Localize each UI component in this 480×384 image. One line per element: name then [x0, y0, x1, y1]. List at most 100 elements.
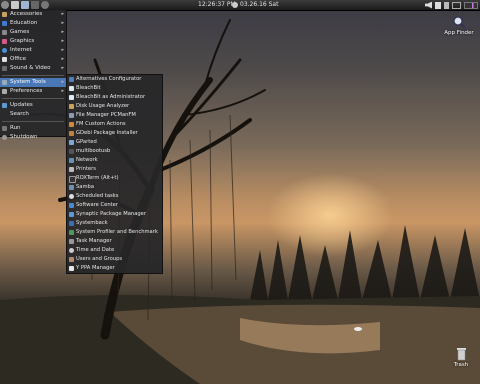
menu-item-label: Updates — [10, 102, 33, 108]
workspace-switcher-icon[interactable] — [452, 1, 461, 9]
submenu-item-label: Disk Usage Analyzer — [76, 103, 130, 109]
submenu-item-label: Network — [76, 157, 98, 163]
menu-item-games[interactable]: Games ▸ — [0, 28, 66, 37]
time-date-icon — [69, 248, 74, 253]
menu-launcher-icon[interactable] — [1, 1, 9, 9]
system-tools-submenu: Alternatives Configurator BleachBit Blea… — [66, 74, 163, 274]
submenu-item-system-profiler[interactable]: System Profiler and Benchmark — [67, 228, 162, 237]
terminal-icon[interactable] — [31, 1, 39, 9]
network-icon[interactable] — [435, 1, 441, 9]
panel-date[interactable]: 03.26.16 Sat — [240, 0, 278, 10]
bleachbit-admin-icon — [69, 95, 74, 100]
app-finder-shortcut[interactable]: App Finder — [443, 15, 475, 36]
chevron-right-icon: ▸ — [61, 88, 64, 94]
submenu-item-roxterm[interactable]: ROXTerm (Alt+t) — [67, 174, 162, 183]
menu-item-label: Education — [10, 20, 38, 26]
synaptic-icon — [69, 212, 74, 217]
trash-icon — [456, 348, 466, 361]
package-icon — [69, 131, 74, 136]
volume-icon[interactable] — [425, 1, 432, 9]
menu-item-label: Internet — [10, 47, 32, 53]
submenu-item-task-manager[interactable]: Task Manager — [67, 237, 162, 246]
bleachbit-icon — [69, 86, 74, 91]
trash-shortcut[interactable]: Trash — [448, 347, 474, 368]
submenu-item-label: Samba — [76, 184, 94, 190]
submenu-item-fm-custom-actions[interactable]: FM Custom Actions — [67, 120, 162, 129]
submenu-item-gparted[interactable]: GParted — [67, 138, 162, 147]
task-manager-icon — [69, 239, 74, 244]
samba-icon — [69, 185, 74, 190]
submenu-item-disk-usage-analyzer[interactable]: Disk Usage Analyzer — [67, 102, 162, 111]
gparted-icon — [69, 140, 74, 145]
submenu-item-label: multibootusb — [76, 148, 111, 154]
graphics-icon — [2, 39, 7, 44]
application-menu: Accessories ▸ Education ▸ Games ▸ Graphi… — [0, 10, 67, 140]
submenu-item-y-ppa-manager[interactable]: Y PPA Manager — [67, 264, 162, 273]
submenu-item-systemback[interactable]: Systemback — [67, 219, 162, 228]
menu-item-label: Shutdown — [10, 134, 38, 140]
panel-clock[interactable]: 12:26:37 PM — [198, 0, 236, 10]
panel-launchers — [1, 1, 49, 9]
submenu-item-file-manager[interactable]: File Manager PCManFM — [67, 111, 162, 120]
submenu-item-software-center[interactable]: Software Center — [67, 201, 162, 210]
chevron-right-icon: ▸ — [61, 79, 64, 85]
browser-icon[interactable] — [41, 1, 49, 9]
menu-item-search[interactable]: Search — [0, 110, 66, 119]
ppa-manager-icon — [69, 266, 74, 271]
submenu-item-bleachbit-admin[interactable]: BleachBit as Administrator — [67, 93, 162, 102]
disk-usage-icon — [69, 104, 74, 109]
text-editor-icon[interactable] — [21, 1, 29, 9]
menu-item-accessories[interactable]: Accessories ▸ — [0, 10, 66, 19]
system-tray — [425, 1, 478, 9]
submenu-item-users-and-groups[interactable]: Users and Groups — [67, 255, 162, 264]
submenu-item-label: Users and Groups — [76, 256, 123, 262]
menu-item-office[interactable]: Office ▸ — [0, 55, 66, 64]
users-icon — [69, 257, 74, 262]
submenu-item-multibootusb[interactable]: multibootusb — [67, 147, 162, 156]
chevron-right-icon: ▸ — [61, 47, 64, 53]
accessories-icon — [2, 12, 7, 17]
submenu-item-label: Printers — [76, 166, 96, 172]
file-manager-icon[interactable] — [11, 1, 19, 9]
submenu-item-printers[interactable]: Printers — [67, 165, 162, 174]
submenu-item-label: GDebi Package Installer — [76, 130, 138, 136]
printer-icon — [69, 167, 74, 172]
submenu-item-bleachbit[interactable]: BleachBit — [67, 84, 162, 93]
menu-item-internet[interactable]: Internet ▸ — [0, 46, 66, 55]
menu-separator — [2, 121, 64, 122]
submenu-item-scheduled-tasks[interactable]: Scheduled tasks — [67, 192, 162, 201]
menu-item-run[interactable]: Run — [0, 124, 66, 133]
education-icon — [2, 21, 7, 26]
menu-item-shutdown[interactable]: Shutdown — [0, 133, 66, 142]
submenu-item-label: System Profiler and Benchmark — [76, 229, 158, 235]
submenu-item-label: BleachBit as Administrator — [76, 94, 146, 100]
menu-item-label: Sound & Video — [10, 65, 51, 71]
software-center-icon — [69, 203, 74, 208]
menu-separator — [2, 98, 64, 99]
power-icon — [2, 135, 7, 140]
system-tools-icon — [2, 80, 7, 85]
chevron-right-icon: ▸ — [61, 56, 64, 62]
chevron-right-icon: ▸ — [61, 11, 64, 17]
submenu-item-samba[interactable]: Samba — [67, 183, 162, 192]
submenu-item-gdebi[interactable]: GDebi Package Installer — [67, 129, 162, 138]
menu-item-graphics[interactable]: Graphics ▸ — [0, 37, 66, 46]
top-panel: 12:26:37 PM 03.26.16 Sat — [0, 0, 480, 11]
office-icon — [2, 57, 7, 62]
submenu-item-time-and-date[interactable]: Time and Date — [67, 246, 162, 255]
submenu-item-network[interactable]: Network — [67, 156, 162, 165]
submenu-item-synaptic[interactable]: Synaptic Package Manager — [67, 210, 162, 219]
menu-item-label: Accessories — [10, 11, 43, 17]
menu-item-education[interactable]: Education ▸ — [0, 19, 66, 28]
menu-item-updates[interactable]: Updates — [0, 101, 66, 110]
menu-item-preferences[interactable]: Preferences ▸ — [0, 87, 66, 96]
magnifier-icon — [453, 16, 466, 29]
submenu-item-label: Y PPA Manager — [76, 265, 115, 271]
menu-item-sound-video[interactable]: Sound & Video ▸ — [0, 64, 66, 73]
submenu-item-label: Synaptic Package Manager — [76, 211, 146, 217]
network-icon — [69, 158, 74, 163]
menu-item-system-tools[interactable]: System Tools ▸ — [0, 78, 66, 87]
battery-icon[interactable] — [444, 1, 449, 9]
usb-icon — [69, 149, 74, 154]
submenu-item-alternatives-configurator[interactable]: Alternatives Configurator — [67, 75, 162, 84]
